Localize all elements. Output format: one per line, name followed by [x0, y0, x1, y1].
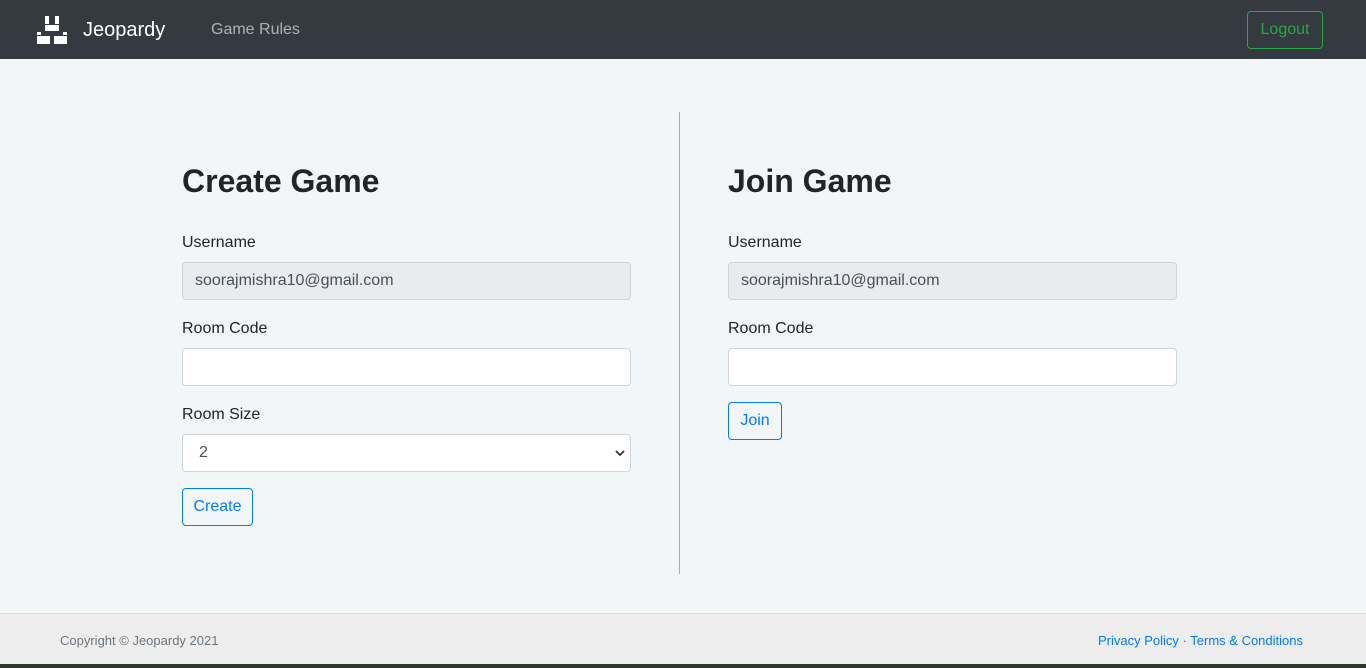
logout-button[interactable]: Logout: [1247, 11, 1323, 49]
join-room-code-label: Room Code: [728, 320, 814, 337]
copyright-text: Copyright © Jeopardy 2021: [60, 633, 219, 648]
join-username-label: Username: [728, 234, 802, 251]
navbar: Jeopardy Game Rules Logout: [0, 0, 1366, 59]
footer-separator: ·: [1182, 633, 1187, 648]
join-button[interactable]: Join: [728, 402, 782, 440]
footer: Copyright © Jeopardy 2021 Privacy Policy…: [0, 613, 1366, 664]
join-room-code-input[interactable]: [728, 348, 1177, 386]
join-username-input[interactable]: [728, 262, 1177, 300]
join-game-title: Join Game: [728, 163, 892, 199]
create-room-code-input[interactable]: [182, 348, 631, 386]
create-button[interactable]: Create: [182, 488, 253, 526]
create-username-label: Username: [182, 234, 256, 251]
jeopardy-blocks-icon: [37, 16, 67, 44]
footer-links: Privacy Policy · Terms & Conditions: [1098, 633, 1303, 649]
create-room-code-label: Room Code: [182, 320, 268, 337]
room-size-value: 2: [199, 444, 208, 461]
room-size-select[interactable]: 2: [182, 434, 631, 472]
panel-divider: [679, 112, 680, 574]
create-username-input[interactable]: [182, 262, 631, 300]
bottom-strip: [0, 664, 1366, 668]
room-size-label: Room Size: [182, 406, 261, 423]
brand[interactable]: Jeopardy: [37, 16, 165, 44]
brand-name: Jeopardy: [83, 19, 166, 41]
create-game-title: Create Game: [182, 163, 380, 199]
main-content: Create Game Username Room Code Room Size…: [0, 59, 1366, 613]
chevron-down-icon: [615, 450, 625, 457]
nav-link-game-rules[interactable]: Game Rules: [211, 19, 300, 41]
terms-conditions-link[interactable]: Terms & Conditions: [1190, 633, 1303, 648]
privacy-policy-link[interactable]: Privacy Policy: [1098, 633, 1179, 648]
